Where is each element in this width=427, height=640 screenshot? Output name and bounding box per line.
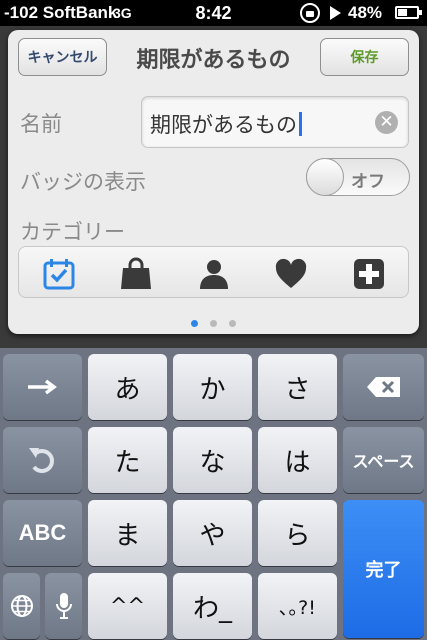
calendar-icon[interactable] — [41, 256, 77, 292]
battery-icon — [395, 6, 422, 19]
page-dot — [210, 320, 217, 327]
heart-icon[interactable] — [273, 256, 309, 292]
page-dot — [191, 320, 198, 327]
toggle-state-label: オフ — [351, 172, 385, 192]
battery-percent: 48% — [348, 3, 383, 22]
done-key[interactable]: 完了 — [343, 500, 424, 638]
edit-list-dialog: キャンセル 期限があるもの 保存 名前 期限があるもの ✕ バッジの表示 オフ … — [8, 30, 419, 334]
badge-label: バッジの表示 — [20, 170, 146, 194]
kana-key-wa[interactable]: わ_ — [173, 573, 252, 639]
rotation-lock-icon — [300, 3, 320, 23]
backspace-icon — [366, 377, 400, 397]
kana-key-ta[interactable]: た — [88, 427, 167, 493]
plus-icon[interactable] — [351, 256, 387, 292]
page-dot — [229, 320, 236, 327]
microphone-key[interactable] — [45, 573, 82, 639]
name-value-wrap: 期限があるもの — [150, 109, 302, 139]
undo-icon — [28, 448, 54, 473]
kana-key-ya[interactable]: や — [173, 500, 252, 566]
kana-key-emoticon[interactable]: ^^ — [88, 573, 167, 639]
kana-key-na[interactable]: な — [173, 427, 252, 493]
kana-key-a[interactable]: あ — [88, 354, 167, 420]
status-bar: -102 SoftBank 3G 8:42 48% — [0, 0, 427, 26]
backspace-key[interactable] — [343, 354, 424, 420]
arrow-right-icon — [27, 379, 57, 395]
kana-key-ka[interactable]: か — [173, 354, 252, 420]
person-icon[interactable] — [196, 256, 232, 292]
microphone-icon — [55, 593, 72, 619]
globe-icon — [10, 595, 33, 617]
japanese-keyboard: あ か さ た な は スペース ABC ま や ら 完了 ^^ わ_ ､｡?! — [0, 348, 427, 640]
undo-key[interactable] — [3, 427, 82, 493]
cancel-button[interactable]: キャンセル — [18, 38, 107, 76]
dialog-title: 期限があるもの — [136, 48, 291, 73]
kana-key-ma[interactable]: ま — [88, 500, 167, 566]
arrow-right-key[interactable] — [3, 354, 82, 420]
page-indicator[interactable] — [8, 312, 419, 331]
badge-toggle[interactable]: オフ — [306, 158, 410, 196]
category-label: カテゴリー — [20, 220, 125, 244]
abc-key[interactable]: ABC — [3, 500, 82, 566]
kana-key-sa[interactable]: さ — [258, 354, 337, 420]
space-key[interactable]: スペース — [343, 427, 424, 493]
kana-key-ha[interactable]: は — [258, 427, 337, 493]
category-picker — [18, 246, 409, 298]
shopping-bag-icon[interactable] — [118, 256, 154, 292]
globe-key[interactable] — [3, 573, 40, 639]
toggle-knob — [306, 158, 344, 196]
save-button[interactable]: 保存 — [320, 38, 409, 76]
text-caret — [299, 112, 302, 136]
name-value: 期限があるもの — [150, 113, 297, 137]
name-field[interactable]: 期限があるもの ✕ — [141, 96, 409, 148]
kana-key-ra[interactable]: ら — [258, 500, 337, 566]
kana-key-punctuation[interactable]: ､｡?! — [258, 573, 337, 639]
clear-text-icon[interactable]: ✕ — [375, 111, 398, 134]
play-icon — [330, 6, 341, 20]
name-label: 名前 — [20, 112, 62, 136]
